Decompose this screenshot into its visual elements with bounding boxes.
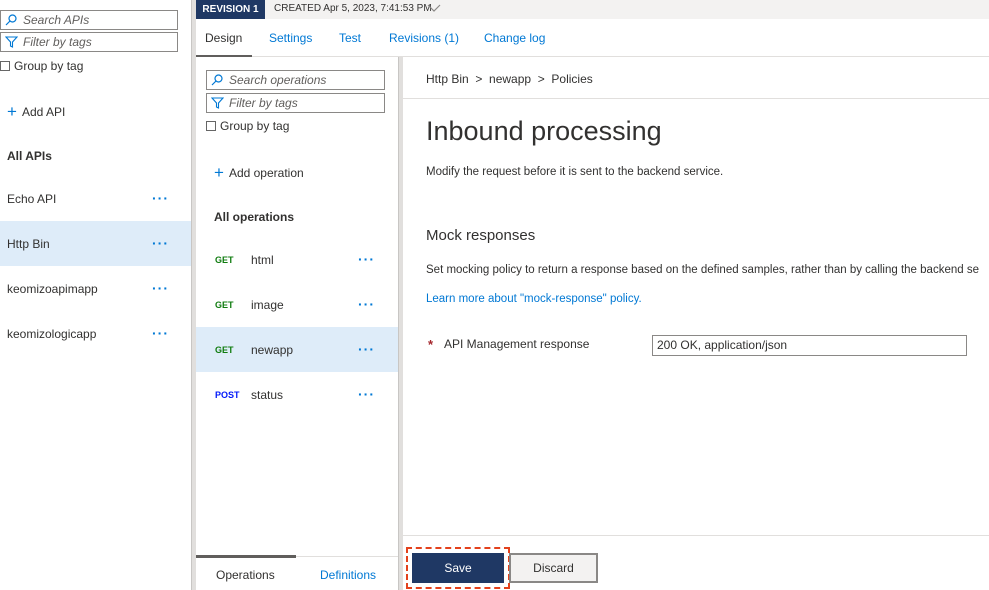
search-apis-input[interactable]: Search APIs xyxy=(0,10,178,30)
ops-group-by-tag-label: Group by tag xyxy=(220,119,290,133)
api-item-label: keomizoapimapp xyxy=(7,281,98,296)
ellipsis-icon[interactable]: ··· xyxy=(358,341,375,357)
tab-definitions[interactable]: Definitions xyxy=(320,568,376,582)
http-method-badge: GET xyxy=(215,254,234,265)
operations-panel: Search operations Filter by tags Group b… xyxy=(196,57,398,590)
search-icon xyxy=(211,74,223,86)
api-item-keomizologicapp[interactable]: keomizologicapp ··· xyxy=(0,311,191,356)
ellipsis-icon[interactable]: ··· xyxy=(358,386,375,402)
ellipsis-icon[interactable]: ··· xyxy=(152,235,169,251)
group-by-tag-checkbox[interactable]: Group by tag xyxy=(0,59,83,73)
operation-name: newapp xyxy=(251,342,294,357)
tab-change-log[interactable]: Change log xyxy=(484,19,545,57)
search-apis-placeholder: Search APIs xyxy=(23,13,90,27)
all-apis-heading: All APIs xyxy=(7,149,52,163)
divider xyxy=(403,98,989,99)
mock-response-policy-link[interactable]: Learn more about "mock-response" policy. xyxy=(426,293,642,305)
add-api-button[interactable]: + Add API xyxy=(7,102,66,121)
search-operations-input[interactable]: Search operations xyxy=(206,70,385,90)
api-tabs: Design Settings Test Revisions (1) Chang… xyxy=(195,19,989,58)
operation-name: status xyxy=(251,387,284,402)
page-subtitle: Modify the request before it is sent to … xyxy=(426,166,724,178)
all-operations-heading: All operations xyxy=(214,210,295,224)
chevron-down-icon[interactable] xyxy=(427,3,441,13)
page-title: Inbound processing xyxy=(426,116,662,146)
discard-button[interactable]: Discard xyxy=(509,553,598,583)
api-item-label: Http Bin xyxy=(7,236,50,251)
mock-responses-heading: Mock responses xyxy=(426,227,536,244)
filter-apis-placeholder: Filter by tags xyxy=(23,35,92,49)
operation-item-html[interactable]: GET html ··· xyxy=(196,237,398,282)
plus-icon: + xyxy=(7,102,17,121)
api-management-response-label: API Management response xyxy=(444,337,590,351)
operation-item-image[interactable]: GET image ··· xyxy=(196,282,398,327)
ellipsis-icon[interactable]: ··· xyxy=(152,190,169,206)
checkbox-box[interactable] xyxy=(0,61,10,71)
api-item-http-bin[interactable]: Http Bin ··· xyxy=(0,221,191,266)
api-item-label: keomizologicapp xyxy=(7,326,97,341)
breadcrumb: Http Bin > newapp > Policies xyxy=(426,72,593,86)
revision-bar: REVISION 1 CREATED Apr 5, 2023, 7:41:53 … xyxy=(196,0,989,19)
required-marker: * xyxy=(428,337,434,352)
filter-operations-placeholder: Filter by tags xyxy=(229,96,298,110)
operation-name: image xyxy=(251,297,284,312)
ellipsis-icon[interactable]: ··· xyxy=(152,325,169,341)
tab-settings[interactable]: Settings xyxy=(269,19,312,57)
search-operations-placeholder: Search operations xyxy=(229,73,327,87)
ellipsis-icon[interactable]: ··· xyxy=(152,280,169,296)
filter-icon xyxy=(211,97,224,109)
http-method-badge: GET xyxy=(215,299,234,310)
http-method-badge: GET xyxy=(215,344,234,355)
operations-bottom-tabs: Operations Definitions xyxy=(196,555,398,590)
group-by-tag-label: Group by tag xyxy=(14,59,84,73)
operation-name: html xyxy=(251,252,274,267)
divider xyxy=(403,535,989,536)
add-operation-label: Add operation xyxy=(228,166,304,180)
operation-item-newapp[interactable]: GET newapp ··· xyxy=(196,327,398,372)
ellipsis-icon[interactable]: ··· xyxy=(358,296,375,312)
ops-group-by-tag-checkbox[interactable]: Group by tag xyxy=(206,119,289,133)
api-management-response-select[interactable]: 200 OK, application/json xyxy=(652,335,967,356)
add-operation-button[interactable]: + Add operation xyxy=(214,163,304,182)
filter-operations-input[interactable]: Filter by tags xyxy=(206,93,385,113)
filter-apis-input[interactable]: Filter by tags xyxy=(0,32,178,52)
plus-icon: + xyxy=(214,163,224,182)
operation-item-status[interactable]: POST status ··· xyxy=(196,372,398,417)
http-method-badge: POST xyxy=(215,389,240,400)
api-item-keomizoapimapp[interactable]: keomizoapimapp ··· xyxy=(0,266,191,311)
revision-created-date: CREATED Apr 5, 2023, 7:41:53 PM xyxy=(274,3,432,14)
api-item-echo-api[interactable]: Echo API ··· xyxy=(0,176,191,221)
revision-badge: REVISION 1 xyxy=(196,0,265,19)
active-tab-indicator xyxy=(196,555,296,558)
add-api-label: Add API xyxy=(21,105,66,119)
checkbox-box[interactable] xyxy=(206,121,216,131)
ellipsis-icon[interactable]: ··· xyxy=(358,251,375,267)
filter-icon xyxy=(5,36,18,48)
tab-revisions[interactable]: Revisions (1) xyxy=(389,19,459,57)
policy-detail-panel: Http Bin > newapp > Policies Inbound pro… xyxy=(403,57,989,590)
save-button[interactable]: Save xyxy=(412,553,504,583)
tab-test[interactable]: Test xyxy=(339,19,361,57)
tab-design[interactable]: Design xyxy=(195,19,253,58)
search-icon xyxy=(5,14,17,26)
api-list-panel: Search APIs Filter by tags Group by tag … xyxy=(0,0,191,590)
tab-operations[interactable]: Operations xyxy=(216,568,275,582)
mock-responses-description: Set mocking policy to return a response … xyxy=(426,264,979,276)
api-item-label: Echo API xyxy=(7,191,57,206)
